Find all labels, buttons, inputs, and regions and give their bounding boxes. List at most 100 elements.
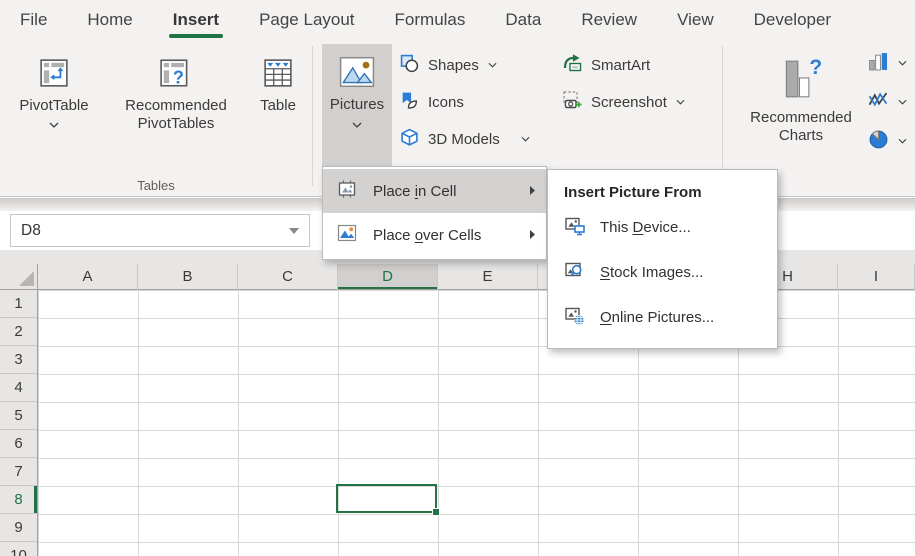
row-header-6[interactable]: 6 (0, 430, 37, 458)
excel-window: File Home Insert Page Layout Formulas Da… (0, 0, 915, 556)
pie-chart-icon (868, 129, 889, 154)
row-header-8-label: 8 (14, 491, 22, 508)
column-chart-button[interactable] (868, 50, 907, 76)
column-header-e[interactable]: E (438, 264, 538, 290)
line-chart-icon (868, 91, 889, 114)
row-header-10[interactable]: 10 (0, 542, 37, 556)
shapes-button[interactable]: Shapes (400, 52, 530, 78)
sheet-cells[interactable] (38, 290, 915, 556)
pictures-button[interactable]: Pictures (322, 44, 392, 167)
row-header-7-label: 7 (14, 463, 22, 480)
table-button[interactable]: Table (248, 45, 308, 167)
recommended-charts-icon: ? (780, 53, 822, 105)
pivottable-label: PivotTable (19, 97, 88, 115)
chevron-down-icon (352, 122, 362, 128)
name-box-dropdown-icon[interactable] (289, 228, 299, 234)
row-headers: 1 2 3 4 5 6 7 8 9 10 (0, 290, 38, 556)
column-header-d[interactable]: D (338, 264, 438, 290)
fill-handle[interactable] (432, 508, 440, 516)
row-header-2-label: 2 (14, 323, 22, 340)
tab-review[interactable]: Review (581, 0, 637, 40)
3d-models-button[interactable]: 3D Models (400, 126, 530, 152)
place-over-cells-label: Place over Cells (373, 227, 481, 244)
this-device-label: This Device... (600, 219, 691, 236)
icons-label: Icons (428, 94, 464, 111)
chevron-down-icon (521, 136, 530, 142)
row-header-9-label: 9 (14, 519, 22, 536)
selected-cell-d8[interactable] (336, 484, 437, 513)
column-header-b[interactable]: B (138, 264, 238, 290)
menu-item-place-in-cell[interactable]: Place in Cell (323, 169, 546, 213)
row-header-3[interactable]: 3 (0, 346, 37, 374)
screenshot-label: Screenshot (591, 94, 667, 111)
column-header-a-label: A (82, 268, 92, 285)
insert-picture-from-submenu: Insert Picture From This Device... (547, 169, 778, 349)
tab-view-label: View (677, 10, 714, 30)
smartart-label: SmartArt (591, 57, 650, 74)
icons-button[interactable]: Icons (400, 89, 530, 115)
line-chart-button[interactable] (868, 89, 907, 115)
chevron-down-icon (898, 60, 907, 66)
tab-home[interactable]: Home (87, 0, 132, 40)
column-header-a[interactable]: A (38, 264, 138, 290)
name-box[interactable]: D8 (10, 214, 310, 247)
tab-data[interactable]: Data (505, 0, 541, 40)
tab-page-layout[interactable]: Page Layout (259, 0, 354, 40)
row-header-8[interactable]: 8 (0, 486, 37, 514)
select-all-button[interactable] (0, 264, 38, 290)
submenu-item-stock-images[interactable]: Stock Images... (548, 250, 777, 295)
screenshot-button[interactable]: Screenshot (562, 89, 685, 115)
recommended-pivottables-button[interactable]: ? Recommended PivotTables (100, 45, 252, 167)
column-header-c[interactable]: C (238, 264, 338, 290)
row-header-3-label: 3 (14, 351, 22, 368)
pictures-dropdown-menu: Place in Cell Place over Cells (322, 166, 547, 260)
submenu-arrow-icon (529, 183, 536, 200)
row-header-5[interactable]: 5 (0, 402, 37, 430)
tab-file-label: File (20, 10, 47, 30)
3d-models-label: 3D Models (428, 131, 500, 148)
column-header-e-label: E (482, 268, 492, 285)
pie-chart-button[interactable] (868, 128, 907, 154)
label-pre: Place (373, 227, 415, 244)
ribbon-tab-bar: File Home Insert Page Layout Formulas Da… (0, 0, 915, 40)
submenu-item-this-device[interactable]: This Device... (548, 205, 777, 250)
tab-developer[interactable]: Developer (754, 0, 832, 40)
tab-home-label: Home (87, 10, 132, 30)
this-device-icon (564, 215, 586, 241)
chevron-down-icon (49, 122, 59, 128)
smartart-button[interactable]: SmartArt (562, 52, 685, 78)
illustrations-column-2: SmartArt Screenshot (562, 52, 685, 115)
pivottable-button[interactable]: PivotTable (8, 45, 100, 167)
row-header-1-label: 1 (14, 295, 22, 312)
pictures-label: Pictures (330, 96, 384, 114)
tab-formulas-label: Formulas (395, 10, 466, 30)
table-label: Table (260, 97, 296, 115)
row-header-9[interactable]: 9 (0, 514, 37, 542)
tab-insert[interactable]: Insert (173, 0, 219, 40)
label-pre: This (600, 219, 633, 236)
tab-data-label: Data (505, 10, 541, 30)
chart-type-buttons (868, 50, 907, 154)
label-accel: D (633, 219, 644, 236)
menu-item-place-over-cells[interactable]: Place over Cells (323, 213, 546, 257)
submenu-item-online-pictures[interactable]: Online Pictures... (548, 295, 777, 340)
illustrations-column-1: Shapes Icons 3D (400, 52, 530, 152)
tab-view[interactable]: View (677, 0, 714, 40)
online-pictures-label: Online Pictures... (600, 309, 714, 326)
recommended-charts-label: Recommended Charts (736, 109, 866, 146)
row-header-1[interactable]: 1 (0, 290, 37, 318)
row-header-7[interactable]: 7 (0, 458, 37, 486)
group-divider (722, 46, 723, 186)
tab-developer-label: Developer (754, 10, 832, 30)
chevron-down-icon (488, 62, 497, 68)
column-header-i[interactable]: I (838, 264, 915, 290)
tab-formulas[interactable]: Formulas (395, 0, 466, 40)
stock-images-label: Stock Images... (600, 264, 703, 281)
tab-file[interactable]: File (20, 0, 47, 40)
3d-models-icon (400, 128, 419, 151)
label-post: nline Pictures... (612, 309, 715, 326)
icons-icon (400, 91, 419, 114)
recommended-charts-button[interactable]: ? Recommended Charts (736, 45, 866, 167)
row-header-4[interactable]: 4 (0, 374, 37, 402)
row-header-2[interactable]: 2 (0, 318, 37, 346)
